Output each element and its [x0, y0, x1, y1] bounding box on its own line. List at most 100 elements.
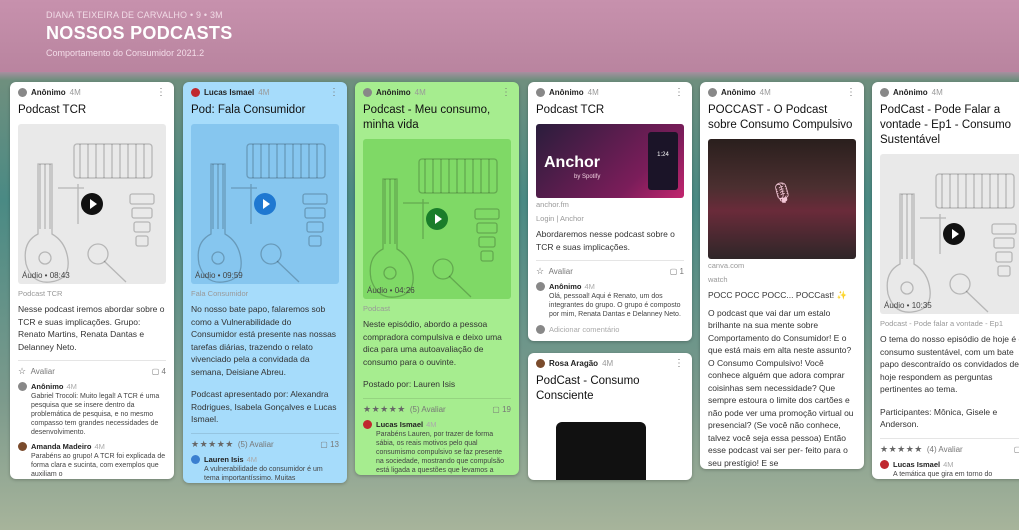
column-2: Lucas Ismael 4M ⋮ Pod: Fala Consumidor Á…	[183, 82, 347, 483]
post-body: POCC POCC POCC... POCCast! ✨	[708, 290, 848, 300]
play-icon[interactable]	[81, 193, 103, 215]
link-preview-image[interactable]: Anchor by Spotify 1:24	[536, 124, 684, 198]
post-body: Nesse podcast iremos abordar sobre o TCR…	[18, 304, 165, 352]
post-body: No nosso bate papo, falaremos sob como a…	[191, 304, 337, 377]
more-options-icon[interactable]: ⋮	[329, 87, 339, 97]
post-card[interactable]: Lucas Ismael 4M ⋮ Pod: Fala Consumidor Á…	[183, 82, 347, 483]
board-meta: DIANA TEIXEIRA DE CARVALHO • 9 • 3M	[46, 10, 223, 20]
rate-button[interactable]: (5) Avaliar	[410, 405, 446, 414]
post-time: 4M	[602, 359, 614, 368]
comment-text: A temática que gira em torno do	[893, 470, 993, 478]
comment-author: Anônimo	[549, 282, 582, 291]
post-card[interactable]: Rosa Aragão 4M ⋮ PodCast - Consumo Consc…	[528, 353, 692, 480]
attachment-source: watch	[708, 275, 728, 284]
star-rating-icon[interactable]: ★★★★★	[191, 439, 234, 450]
anonymous-avatar-icon	[708, 88, 717, 97]
post-title: PodCast - Consumo Consciente	[536, 375, 640, 402]
comment-time: 4M	[943, 459, 954, 469]
play-icon[interactable]	[254, 193, 276, 215]
comment-icon: ▢	[492, 404, 500, 414]
comment-count[interactable]: ▢ 4	[152, 367, 166, 376]
comment: Amanda Madeiro 4M Parabéns ao grupo! A TC…	[10, 437, 174, 479]
column-3: Anônimo 4M ⋮ Podcast - Meu consumo, minh…	[355, 82, 519, 475]
comment-text: A vulnerabilidade do consumidor é um tem…	[204, 465, 323, 482]
play-icon[interactable]	[943, 223, 965, 245]
comment-time: 4M	[426, 419, 437, 429]
column-1: Anônimo 4M ⋮ Podcast TCR Áudio • 08:43 P…	[10, 82, 174, 479]
comment: Anônimo 4M Olá, pessoal! Aqui é Renato, u…	[528, 277, 692, 319]
attachment-source: Login | Anchor	[536, 214, 584, 223]
post-body-description: O podcast que vai dar um estalo brilhant…	[708, 307, 854, 468]
post-time: 4M	[587, 88, 599, 97]
board-subtitle: Comportamento do Consumidor 2021.2	[46, 48, 205, 58]
link-domain[interactable]: anchor.fm	[528, 198, 692, 209]
user-avatar	[18, 442, 27, 451]
post-title: POCCAST - O Podcast sobre Consumo Compul…	[708, 104, 853, 131]
post-card[interactable]: Anônimo 4M ⋮ POCCAST - O Podcast sobre C…	[700, 82, 864, 469]
board-header: DIANA TEIXEIRA DE CARVALHO • 9 • 3M NOSS…	[0, 0, 1019, 72]
more-options-icon[interactable]: ⋮	[674, 87, 684, 97]
post-author: Anônimo	[893, 88, 928, 97]
anchor-time: 1:24	[657, 152, 669, 158]
attachment-source: Fala Consumidor	[191, 289, 249, 298]
post-author: Rosa Aragão	[549, 359, 599, 368]
post-card[interactable]: Anônimo 4M ⋮ Podcast TCR Anchor by Spoti…	[528, 82, 692, 341]
post-body-participants: Participantes: Mônica, Gisele e Anderson…	[880, 406, 998, 430]
audio-attachment[interactable]: Áudio • 08:43	[18, 124, 166, 284]
post-author: Anônimo	[31, 88, 66, 97]
rate-button[interactable]: (4) Avaliar	[927, 445, 963, 454]
rate-button[interactable]: Avaliar	[549, 267, 573, 276]
post-title: PodCast - Pode Falar a vontade - Ep1 - C…	[880, 104, 1012, 146]
video-preview-image[interactable]: 🎙	[708, 139, 856, 259]
more-options-icon[interactable]: ⋮	[156, 87, 166, 97]
mug-image[interactable]	[536, 410, 684, 480]
post-author: Anônimo	[721, 88, 756, 97]
star-rating-icon[interactable]: ★★★★★	[363, 404, 406, 415]
comment-count[interactable]: ▢ 1	[1014, 445, 1019, 454]
comment-count[interactable]: ▢ 19	[492, 405, 511, 414]
post-time: 4M	[69, 88, 81, 97]
rate-button[interactable]: Avaliar	[31, 367, 55, 376]
post-body: O tema do nosso episódio de hoje é o con…	[880, 334, 1019, 394]
more-options-icon[interactable]: ⋮	[674, 358, 684, 368]
comment-author: Lauren Isis	[204, 454, 244, 464]
comment-author: Lucas Ismael	[376, 419, 424, 429]
column-6: Anônimo 4M PodCast - Pode Falar a vontad…	[872, 82, 1019, 479]
comment-count[interactable]: ▢ 13	[320, 440, 339, 449]
add-comment-input[interactable]: Adicionar comentário	[528, 319, 692, 341]
play-icon[interactable]	[426, 208, 448, 230]
user-avatar	[191, 454, 200, 464]
comment-icon: ▢	[320, 439, 328, 449]
star-rating-icon[interactable]: ★★★★★	[880, 444, 923, 455]
comment-time: 4M	[584, 282, 595, 291]
link-domain[interactable]: canva.com	[700, 259, 864, 270]
post-time: 4M	[414, 88, 426, 97]
post-body: Abordaremos nesse podcast sobre o TCR e …	[536, 229, 675, 252]
post-time: 4M	[258, 88, 270, 97]
comment-count[interactable]: ▢ 1	[670, 267, 684, 276]
audio-attachment[interactable]: Áudio • 10:35	[880, 154, 1019, 314]
post-card[interactable]: Anônimo 4M ⋮ Podcast TCR Áudio • 08:43 P…	[10, 82, 174, 479]
more-options-icon[interactable]: ⋮	[501, 87, 511, 97]
comment-author: Anônimo	[31, 382, 64, 391]
post-card[interactable]: Anônimo 4M ⋮ Podcast - Meu consumo, minh…	[355, 82, 519, 475]
anonymous-avatar-icon	[880, 88, 889, 97]
anchor-logo: Anchor	[544, 154, 600, 171]
comment-text: Gabriel Trocoli: Muito legal! A TCR é um…	[31, 393, 160, 436]
more-options-icon[interactable]: ⋮	[846, 87, 856, 97]
column-5: Anônimo 4M ⋮ POCCAST - O Podcast sobre C…	[700, 82, 864, 469]
column-4: Anônimo 4M ⋮ Podcast TCR Anchor by Spoti…	[528, 82, 692, 480]
audio-duration: Áudio • 08:43	[22, 271, 70, 280]
post-card[interactable]: Anônimo 4M PodCast - Pode Falar a vontad…	[872, 82, 1019, 479]
post-body-credits: Podcast apresentado por: Alexandra Rodri…	[191, 389, 337, 424]
comment-text: Olá, pessoal! Aqui é Renato, um dos inte…	[549, 293, 681, 318]
post-author: Lucas Ismael	[204, 88, 255, 97]
audio-attachment[interactable]: Áudio • 09:59	[191, 124, 339, 284]
star-outline-icon[interactable]: ☆	[536, 266, 545, 277]
rate-button[interactable]: (5) Avaliar	[238, 440, 274, 449]
mug-illustration	[556, 422, 646, 480]
audio-attachment[interactable]: Áudio • 04:26	[363, 139, 511, 299]
star-outline-icon[interactable]: ☆	[18, 366, 27, 377]
attachment-source: Podcast - Pode falar a vontade - Ep1	[880, 319, 1003, 328]
post-time: 4M	[931, 88, 943, 97]
